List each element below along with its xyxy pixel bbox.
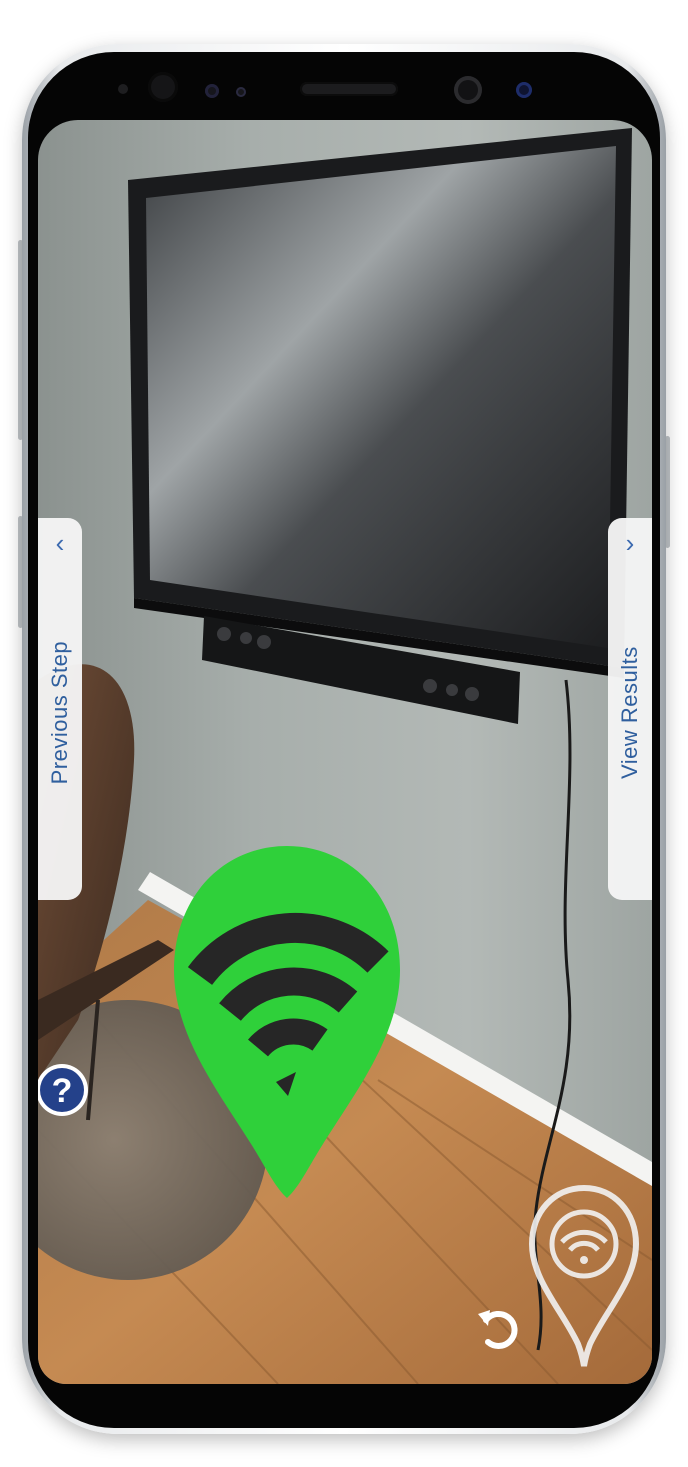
- sensor-dot: [118, 84, 128, 94]
- sensor-dot: [236, 87, 246, 97]
- help-glyph: ?: [52, 1072, 73, 1110]
- iris-sensor: [148, 72, 178, 102]
- iris-camera: [516, 82, 532, 98]
- chevron-left-icon: ‹: [55, 528, 65, 558]
- question-mark-icon[interactable]: ?: [38, 1062, 94, 1118]
- undo-icon[interactable]: [474, 1300, 524, 1356]
- front-camera: [454, 76, 482, 104]
- sensor-dot: [205, 84, 219, 98]
- earpiece-speaker: [300, 82, 398, 96]
- previous-step-label: Previous Step: [47, 640, 72, 785]
- wifi-location-pin-outline-icon[interactable]: [528, 1184, 640, 1374]
- previous-step-button[interactable]: ‹ Previous Step: [38, 518, 82, 900]
- device-frame: ‹ Previous Step › View Results ?: [0, 0, 688, 1467]
- ar-camera-view[interactable]: ‹ Previous Step › View Results ?: [38, 120, 652, 1384]
- view-results-label: View Results: [617, 646, 642, 780]
- view-results-button[interactable]: › View Results: [608, 518, 652, 900]
- wifi-location-pin-icon[interactable]: [172, 842, 402, 1198]
- chevron-right-icon: ›: [625, 528, 635, 558]
